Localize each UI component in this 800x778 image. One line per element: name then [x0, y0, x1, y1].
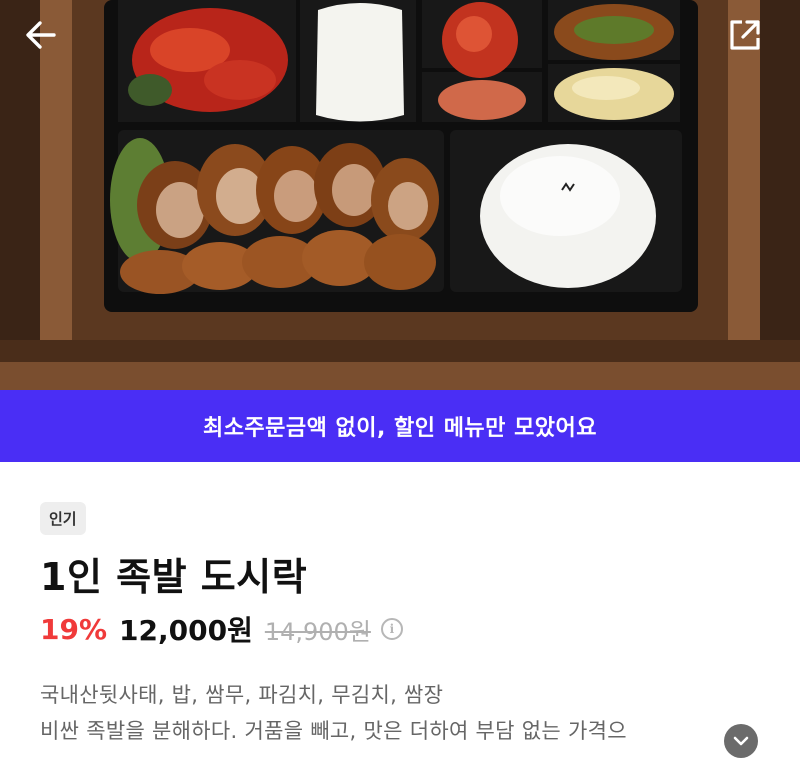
promo-banner-text: 최소주문금액 없이, 할인 메뉴만 모았어요: [202, 416, 598, 441]
chevron-down-icon: [733, 736, 749, 746]
food-photo: [0, 0, 800, 390]
promo-banner[interactable]: 최소주문금액 없이, 할인 메뉴만 모았어요: [0, 390, 800, 462]
back-button[interactable]: [24, 18, 72, 66]
original-price: 14,900원: [264, 617, 371, 646]
hero-image: [0, 0, 800, 390]
product-title: 1인 족발 도시락: [40, 555, 308, 599]
product-description: 국내산뒷사태, 밥, 쌈무, 파김치, 무김치, 쌈장 비싼 족발을 분해하다.…: [40, 677, 760, 749]
share-external-icon: [730, 20, 760, 50]
info-circle-icon[interactable]: i: [380, 618, 403, 640]
description-line-1: 국내산뒷사태, 밥, 쌈무, 파김치, 무김치, 쌈장: [40, 683, 444, 707]
discount-rate: 19%: [40, 612, 108, 646]
popular-badge: 인기: [40, 502, 86, 535]
description-line-2: 비싼 족발을 분해하다. 거품을 빼고, 맛은 더하여 부담 없는 가격으: [40, 719, 627, 743]
description-line-2-wrap: 비싼 족발을 분해하다. 거품을 빼고, 맛은 더하여 부담 없는 가격으: [40, 713, 720, 749]
price-row: 19% 12,000원 14,900원 i: [40, 609, 760, 649]
description-fade: [630, 713, 720, 749]
share-button[interactable]: [728, 18, 776, 66]
sale-price: 12,000원: [119, 614, 253, 647]
product-info: 인기 1인 족발 도시락 19% 12,000원 14,900원 i 국내산뒷사…: [40, 462, 760, 749]
expand-description-button[interactable]: [724, 724, 758, 758]
arrow-left-icon: [26, 21, 56, 49]
